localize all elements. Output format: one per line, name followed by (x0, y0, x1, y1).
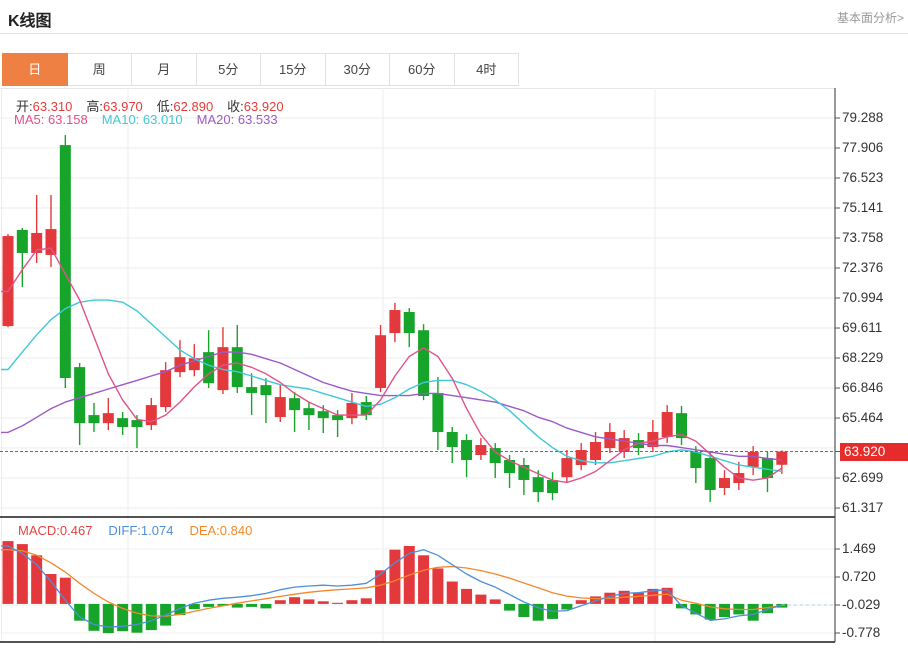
y-axis-label: 69.611 (842, 320, 883, 335)
tab-day[interactable]: 日 (2, 53, 68, 86)
timeframe-tabs: 日 周 月 5分 15分 30分 60分 4时 (2, 53, 519, 86)
tab-month[interactable]: 月 (131, 53, 197, 86)
ma-legend: MA5: 63.158 MA10: 63.010 MA20: 63.533 (14, 112, 292, 127)
fundamental-analysis-link[interactable]: 基本面分析> (837, 9, 904, 26)
y-axis-label: -0.029 (842, 597, 881, 612)
y-axis-label: 76.523 (842, 170, 884, 185)
tab-30min[interactable]: 30分 (324, 53, 390, 86)
kline-page: K线图 基本面分析> 日 周 月 5分 15分 30分 60分 4时 开:63.… (0, 0, 908, 649)
y-axis-label: 75.141 (842, 200, 884, 215)
ma5-legend: MA5: 63.158 (14, 112, 88, 127)
page-title: K线图 (8, 13, 52, 30)
y-axis-label: 62.699 (842, 470, 884, 485)
tab-15min[interactable]: 15分 (260, 53, 326, 86)
y-axis-label: 68.229 (842, 350, 884, 365)
tab-60min[interactable]: 60分 (389, 53, 455, 86)
current-price-badge: 63.920 (840, 442, 908, 461)
y-axis-label: -0.778 (842, 625, 881, 640)
y-axis-label: 61.317 (842, 500, 884, 515)
main-chart-canvas[interactable] (0, 88, 908, 649)
tab-5min[interactable]: 5分 (195, 53, 261, 86)
ma10-legend: MA10: 63.010 (101, 112, 183, 127)
page-header: K线图 基本面分析> (0, 0, 908, 34)
y-axis-label: 1.469 (842, 541, 876, 556)
y-axis-label: 79.288 (842, 110, 884, 125)
ma20-legend: MA20: 63.533 (196, 112, 278, 127)
dea-value: DEA:0.840 (189, 523, 253, 538)
kline-chart-area[interactable]: 开:63.310 高:63.970 低:62.890 收:63.920 MA5: 63… (0, 88, 908, 649)
y-axis-label: 65.464 (842, 410, 884, 425)
y-axis-label: 0.720 (842, 569, 876, 584)
y-axis-label: 72.376 (842, 260, 884, 275)
macd-legend: MACD:0.467 DIFF:1.074 DEA:0.840 (18, 523, 268, 538)
y-axis-label: 77.906 (842, 140, 884, 155)
y-axis-label: 73.758 (842, 230, 884, 245)
tab-4hour[interactable]: 4时 (453, 53, 519, 86)
tab-week[interactable]: 周 (66, 53, 132, 86)
macd-value: MACD:0.467 (18, 523, 93, 538)
y-axis-label: 70.994 (842, 290, 884, 305)
diff-value: DIFF:1.074 (108, 523, 174, 538)
y-axis-label: 66.846 (842, 380, 884, 395)
